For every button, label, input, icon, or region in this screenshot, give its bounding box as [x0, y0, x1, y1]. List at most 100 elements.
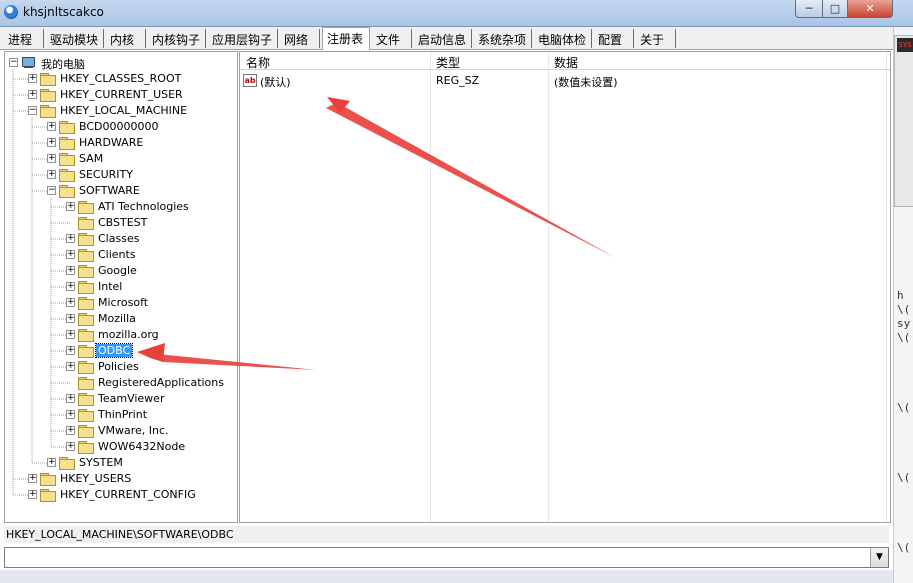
- collapse-icon[interactable]: −: [47, 186, 56, 195]
- tree-node[interactable]: + HKEY_USERS: [5, 471, 237, 487]
- tab-config[interactable]: 配置: [594, 29, 634, 48]
- collapse-icon[interactable]: −: [9, 58, 18, 67]
- tree-node[interactable]: + ThinPrint: [5, 407, 237, 423]
- expand-icon[interactable]: +: [28, 74, 37, 83]
- tree-node[interactable]: + WOW6432Node: [5, 439, 237, 455]
- tree-node[interactable]: + ATI Technologies: [5, 199, 237, 215]
- background-text: \(: [897, 471, 911, 484]
- tree-node[interactable]: − SOFTWARE: [5, 183, 237, 199]
- close-button[interactable]: ✕: [848, 0, 893, 18]
- registry-tree[interactable]: − 我的电脑 + HKEY_CLASSES_ROOT + HKEY_CURRENT_USE…: [4, 51, 238, 523]
- tab-app-hooks[interactable]: 应用层钩子: [208, 29, 278, 48]
- expand-icon[interactable]: +: [66, 442, 75, 451]
- column-header-data[interactable]: 数据: [554, 54, 578, 71]
- tree-node[interactable]: + HKEY_CLASSES_ROOT: [5, 71, 237, 87]
- background-sys-label: SYS: [897, 38, 913, 52]
- tab-bar: 进程 驱动模块 内核 内核钩子 应用层钩子 网络 注册表 文件 启动信息 系统杂…: [0, 27, 893, 50]
- tree-node[interactable]: + Classes: [5, 231, 237, 247]
- expand-icon[interactable]: +: [66, 266, 75, 275]
- tree-node[interactable]: + Clients: [5, 247, 237, 263]
- tree-node[interactable]: CBSTEST: [5, 215, 237, 231]
- folder-icon: [78, 265, 94, 278]
- tree-node[interactable]: + SECURITY: [5, 167, 237, 183]
- tree-node[interactable]: + ODBC: [5, 343, 237, 359]
- expand-icon[interactable]: +: [66, 346, 75, 355]
- tree-node[interactable]: + BCD00000000: [5, 119, 237, 135]
- expand-icon[interactable]: +: [47, 138, 56, 147]
- tab-about[interactable]: 关于: [636, 29, 676, 48]
- expand-icon[interactable]: +: [47, 122, 56, 131]
- tree-node-label: BCD00000000: [79, 120, 159, 133]
- tab-system-misc[interactable]: 系统杂项: [474, 29, 532, 48]
- tab-startup-info[interactable]: 启动信息: [414, 29, 472, 48]
- tree-node[interactable]: RegisteredApplications: [5, 375, 237, 391]
- column-header-name[interactable]: 名称: [246, 54, 270, 71]
- expand-icon[interactable]: +: [66, 330, 75, 339]
- tree-node[interactable]: + Intel: [5, 279, 237, 295]
- column-header-type[interactable]: 类型: [436, 54, 460, 71]
- tree-node[interactable]: + Policies: [5, 359, 237, 375]
- maximize-button[interactable]: □: [823, 0, 848, 18]
- value-list[interactable]: 名称 类型 数据 ab (默认) REG_SZ (数值未设置): [239, 51, 891, 523]
- tab-driver-modules[interactable]: 驱动模块: [46, 29, 104, 48]
- folder-icon: [78, 217, 94, 230]
- tab-pc-checkup[interactable]: 电脑体检: [534, 29, 592, 48]
- expand-icon[interactable]: +: [66, 282, 75, 291]
- background-text: h: [897, 289, 904, 302]
- tree-node[interactable]: + mozilla.org: [5, 327, 237, 343]
- tree-node[interactable]: + HARDWARE: [5, 135, 237, 151]
- tab-kernel-hooks[interactable]: 内核钩子: [148, 29, 206, 48]
- tree-node[interactable]: + HKEY_CURRENT_CONFIG: [5, 487, 237, 503]
- tab-process[interactable]: 进程: [4, 29, 44, 48]
- folder-icon: [78, 361, 94, 374]
- computer-icon: [21, 57, 35, 68]
- app-icon: [4, 5, 18, 19]
- path-combo-box[interactable]: ▼: [4, 547, 889, 568]
- list-row[interactable]: ab (默认) REG_SZ (数值未设置): [240, 72, 890, 90]
- expand-icon[interactable]: +: [66, 202, 75, 211]
- tab-network[interactable]: 网络: [280, 29, 320, 48]
- expand-icon[interactable]: +: [66, 426, 75, 435]
- expand-icon[interactable]: +: [47, 458, 56, 467]
- tab-registry[interactable]: 注册表: [322, 27, 370, 50]
- tree-node[interactable]: + TeamViewer: [5, 391, 237, 407]
- expand-icon[interactable]: +: [28, 90, 37, 99]
- tab-files[interactable]: 文件: [372, 29, 412, 48]
- tree-node[interactable]: + Mozilla: [5, 311, 237, 327]
- expand-icon[interactable]: +: [66, 410, 75, 419]
- tab-kernel[interactable]: 内核: [106, 29, 146, 48]
- folder-icon: [78, 425, 94, 438]
- value-type: REG_SZ: [436, 74, 480, 87]
- folder-icon: [40, 73, 56, 86]
- expand-icon[interactable]: +: [66, 394, 75, 403]
- tree-node[interactable]: + SAM: [5, 151, 237, 167]
- tree-node[interactable]: + Google: [5, 263, 237, 279]
- tree-node-label: HKEY_USERS: [60, 472, 132, 485]
- expand-icon[interactable]: +: [66, 234, 75, 243]
- expand-icon[interactable]: +: [66, 250, 75, 259]
- minimize-button[interactable]: ─: [795, 0, 823, 18]
- expand-icon[interactable]: +: [47, 154, 56, 163]
- chevron-down-icon[interactable]: ▼: [870, 548, 888, 567]
- expand-icon[interactable]: +: [66, 362, 75, 371]
- folder-icon: [78, 201, 94, 214]
- collapse-icon[interactable]: −: [28, 106, 37, 115]
- tree-node[interactable]: − 我的电脑: [5, 55, 237, 71]
- expand-icon[interactable]: +: [28, 474, 37, 483]
- background-text: \(: [897, 303, 911, 316]
- expand-icon[interactable]: +: [66, 298, 75, 307]
- tree-node[interactable]: − HKEY_LOCAL_MACHINE: [5, 103, 237, 119]
- tree-node-label: ODBC: [94, 343, 134, 358]
- tree-node[interactable]: + SYSTEM: [5, 455, 237, 471]
- tree-node-label: TeamViewer: [98, 392, 165, 405]
- folder-icon: [78, 329, 94, 342]
- background-text: \(: [897, 401, 911, 414]
- tree-node[interactable]: + Microsoft: [5, 295, 237, 311]
- expand-icon[interactable]: +: [47, 170, 56, 179]
- column-separator: [548, 52, 549, 522]
- tree-node[interactable]: + HKEY_CURRENT_USER: [5, 87, 237, 103]
- tree-node[interactable]: + VMware, Inc.: [5, 423, 237, 439]
- background-window: SYS h \( sy \( \( \( \(: [893, 27, 913, 583]
- expand-icon[interactable]: +: [66, 314, 75, 323]
- expand-icon[interactable]: +: [28, 490, 37, 499]
